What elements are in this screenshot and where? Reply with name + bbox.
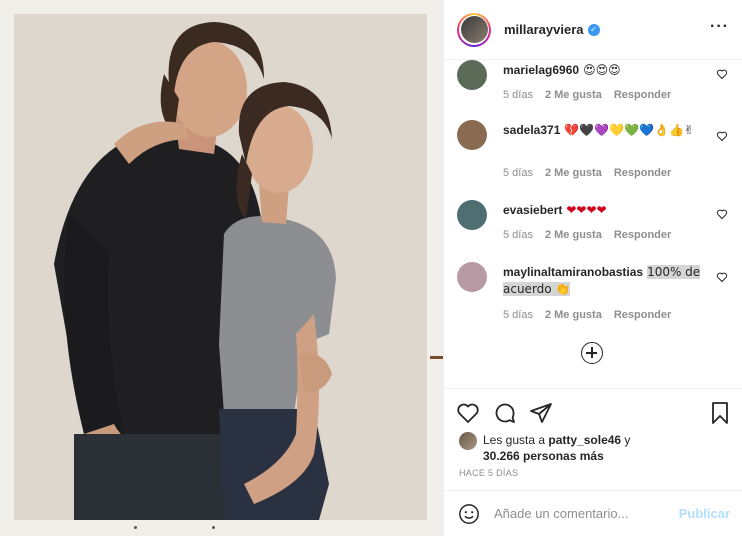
comment-text: marielag6960 😍😍😍: [503, 62, 703, 79]
comment-time[interactable]: 5 días: [503, 167, 533, 179]
carousel-dot: [212, 526, 215, 529]
comment-likes[interactable]: 2 Me gusta: [545, 89, 602, 101]
comment-username[interactable]: marielag6960: [503, 63, 579, 77]
comment-username[interactable]: evasiebert: [503, 203, 562, 217]
next-image-edge: [430, 356, 443, 359]
avatar-inner: [459, 14, 489, 45]
comment-like-heart-icon[interactable]: [716, 130, 728, 142]
share-send-icon[interactable]: [529, 401, 553, 425]
comment-body: ❤❤❤❤: [566, 203, 607, 217]
comment-username[interactable]: maylinaltamiranobastias: [503, 265, 643, 279]
comment-body: 😍😍😍: [583, 63, 621, 77]
likes-prefix: Les gusta a: [483, 433, 549, 447]
comment-avatar[interactable]: [457, 200, 487, 230]
likes-text: Les gusta a patty_sole46 y 30.266 person…: [483, 432, 723, 464]
comments-list: marielag6960 😍😍😍 5 días 2 Me gusta Respon…: [444, 60, 742, 388]
post-side-panel: millarayviera ✓ ··· marielag6960 😍😍😍 5 dí…: [443, 0, 742, 536]
post-actions: [444, 388, 742, 434]
comment-likes[interactable]: 2 Me gusta: [545, 167, 602, 179]
add-comment-input[interactable]: Añade un comentario...: [494, 506, 628, 521]
post-header: millarayviera ✓ ···: [444, 0, 742, 60]
comment-meta: 5 días 2 Me gusta Responder: [503, 309, 671, 321]
comment-like-heart-icon[interactable]: [716, 271, 728, 283]
comment-like-heart-icon[interactable]: [716, 208, 728, 220]
comment-likes[interactable]: 2 Me gusta: [545, 309, 602, 321]
comment-time[interactable]: 5 días: [503, 89, 533, 101]
save-bookmark-icon[interactable]: [708, 401, 732, 425]
add-comment-bar: Añade un comentario... Publicar: [444, 490, 742, 536]
comment-time[interactable]: 5 días: [503, 309, 533, 321]
comment-text: maylinaltamiranobastias 100% de acuerdo 👏: [503, 264, 713, 298]
carousel-dot: [134, 526, 137, 529]
reply-button[interactable]: Responder: [614, 167, 671, 179]
emoji-smile-icon[interactable]: [458, 503, 480, 525]
comment-avatar[interactable]: [457, 60, 487, 90]
comment-text: sadela371 💔🖤💜💛💚💙👌👍✌: [503, 122, 703, 139]
comment-avatar[interactable]: [457, 120, 487, 150]
reply-button[interactable]: Responder: [614, 89, 671, 101]
post-photo[interactable]: [14, 14, 427, 520]
comment-meta: 5 días 2 Me gusta Responder: [503, 89, 671, 101]
comment-username[interactable]: sadela371: [503, 123, 560, 137]
couple-photo: [14, 14, 427, 520]
load-more-comments-icon[interactable]: [581, 342, 603, 364]
avatar-image: [460, 16, 488, 43]
post-timestamp[interactable]: HACE 5 DÍAS: [459, 468, 518, 478]
comment-likes[interactable]: 2 Me gusta: [545, 229, 602, 241]
liker-username[interactable]: patty_sole46: [548, 433, 621, 447]
comment-body: 💔🖤💜💛💚💙👌👍✌: [564, 123, 694, 137]
reply-button[interactable]: Responder: [614, 229, 671, 241]
publish-button[interactable]: Publicar: [679, 506, 730, 521]
instagram-post-viewer: millarayviera ✓ ··· marielag6960 😍😍😍 5 dí…: [0, 0, 742, 536]
comment-meta: 5 días 2 Me gusta Responder: [503, 229, 671, 241]
author-avatar[interactable]: [457, 12, 491, 47]
likes-count[interactable]: 30.266 personas más: [483, 449, 604, 463]
carousel-dots: [0, 526, 443, 530]
verified-badge-icon: ✓: [587, 23, 600, 36]
comment-text: evasiebert ❤❤❤❤: [503, 202, 703, 219]
liker-avatar[interactable]: [459, 432, 477, 450]
likes-mid: y: [621, 433, 631, 447]
comment-meta: 5 días 2 Me gusta Responder: [503, 167, 671, 179]
comment-avatar[interactable]: [457, 262, 487, 292]
comment-like-heart-icon[interactable]: [716, 68, 728, 80]
reply-button[interactable]: Responder: [614, 309, 671, 321]
like-heart-icon[interactable]: [456, 401, 480, 425]
more-options-icon[interactable]: ···: [710, 19, 729, 35]
author-username[interactable]: millarayviera: [504, 22, 584, 37]
comment-time[interactable]: 5 días: [503, 229, 533, 241]
comment-bubble-icon[interactable]: [493, 401, 517, 425]
post-media: [0, 0, 443, 536]
